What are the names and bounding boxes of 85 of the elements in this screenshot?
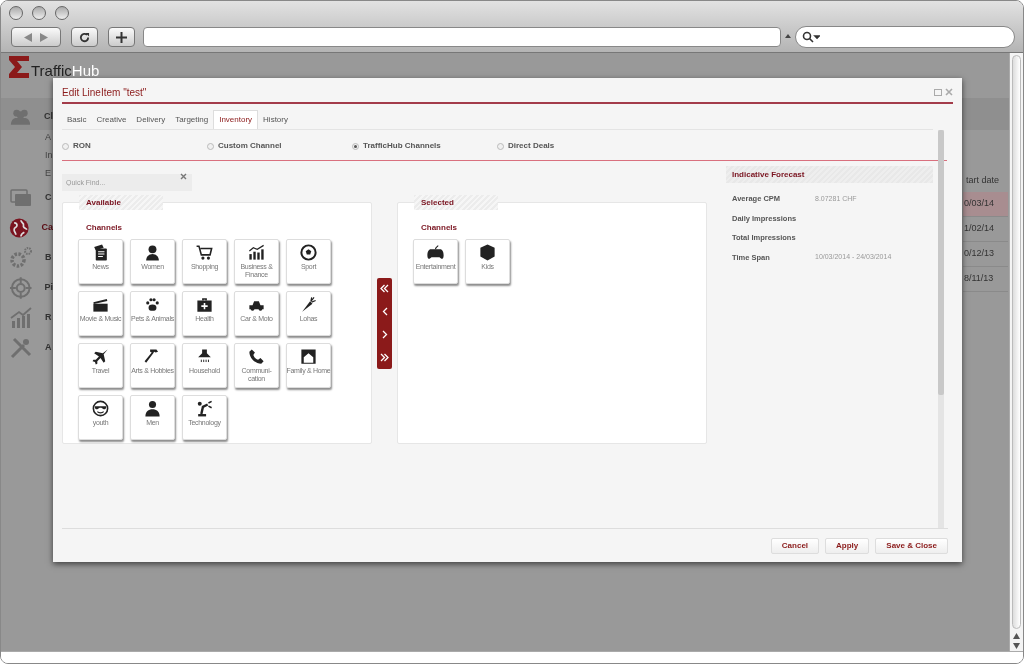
first-aid-kit-icon bbox=[195, 295, 214, 314]
panel-title: Available bbox=[79, 195, 163, 210]
newspaper-icon bbox=[91, 243, 110, 262]
radio-button[interactable] bbox=[62, 142, 69, 150]
move-all-right-icon[interactable] bbox=[380, 352, 389, 362]
sidebar-item[interactable]: C bbox=[45, 191, 52, 205]
table-row[interactable]: 8/11/13 bbox=[963, 267, 1008, 292]
plus-icon bbox=[116, 31, 127, 43]
page-scrollbar[interactable] bbox=[1009, 53, 1023, 651]
logo-text: TrafficHub bbox=[31, 63, 100, 78]
table-cell: 0/03/14 bbox=[964, 197, 995, 211]
tab[interactable]: Basic bbox=[62, 110, 92, 129]
house-icon bbox=[299, 347, 318, 366]
toy-block-icon bbox=[478, 243, 497, 262]
maximize-icon[interactable] bbox=[934, 88, 942, 96]
sidebar-subitem[interactable]: In bbox=[45, 149, 53, 163]
column-header[interactable]: tart date bbox=[963, 170, 1008, 192]
dialog-button[interactable]: Apply bbox=[825, 537, 870, 554]
man-icon bbox=[143, 399, 162, 418]
sidebar-item[interactable]: Ca bbox=[41, 221, 53, 235]
table-row[interactable]: 0/12/13 bbox=[963, 242, 1008, 267]
tab[interactable]: Targeting bbox=[170, 110, 214, 129]
dialog-scrollbar[interactable] bbox=[938, 130, 944, 529]
table-row[interactable]: 1/02/14 bbox=[963, 217, 1008, 242]
dialog-title: Edit LineItem "test" bbox=[62, 85, 147, 100]
sidebar-item[interactable]: Pi bbox=[44, 281, 53, 295]
soccer-ball-icon bbox=[299, 243, 318, 262]
phone-icon bbox=[247, 347, 266, 366]
globe-icon[interactable] bbox=[9, 216, 30, 240]
back-forward-button[interactable] bbox=[11, 27, 61, 47]
sidebar-subitem[interactable]: A bbox=[45, 131, 51, 145]
sidebar-item[interactable]: Cl bbox=[44, 110, 53, 124]
sidebar-item[interactable]: A bbox=[45, 341, 52, 355]
table-cell: 8/11/13 bbox=[964, 272, 994, 286]
forward-icon bbox=[40, 32, 48, 42]
dialog-button[interactable]: Save & Close bbox=[875, 537, 948, 554]
table-cell: 1/02/14 bbox=[964, 222, 995, 236]
scroll-down-icon[interactable] bbox=[1013, 643, 1020, 649]
new-tab-button[interactable] bbox=[108, 27, 135, 47]
search-icon bbox=[802, 31, 820, 43]
reload-icon bbox=[79, 31, 90, 43]
sunglasses-smiley-icon bbox=[91, 399, 110, 418]
table-cell: 0/12/13 bbox=[964, 247, 995, 261]
tab[interactable]: Creative bbox=[91, 110, 132, 129]
radio-label[interactable]: RON bbox=[73, 140, 91, 152]
tab[interactable]: Delivery bbox=[131, 110, 171, 129]
radio-button[interactable] bbox=[352, 142, 359, 150]
tab[interactable]: History bbox=[258, 110, 293, 129]
caret-icon[interactable] bbox=[785, 33, 791, 39]
radio-label[interactable]: TrafficHub Channels bbox=[363, 140, 441, 152]
bar-chart-icon bbox=[247, 243, 266, 262]
paw-icon bbox=[143, 295, 162, 314]
back-icon bbox=[24, 32, 32, 42]
search-field[interactable] bbox=[795, 26, 1015, 48]
address-field[interactable] bbox=[143, 27, 781, 47]
group-label: Channels bbox=[421, 223, 457, 232]
radio-label[interactable]: Custom Channel bbox=[218, 140, 282, 152]
sidebar-item[interactable]: R bbox=[45, 311, 52, 325]
table-row[interactable]: 0/03/14 bbox=[963, 192, 1008, 217]
window-control-icon[interactable] bbox=[9, 6, 23, 20]
move-left-icon[interactable] bbox=[381, 307, 388, 317]
gamepad-icon bbox=[426, 243, 445, 262]
close-icon[interactable] bbox=[945, 88, 953, 96]
tab[interactable]: Inventory bbox=[213, 110, 259, 129]
radio-label[interactable]: Direct Deals bbox=[508, 140, 555, 152]
group-label: Channels bbox=[86, 223, 122, 232]
robot-arm-icon bbox=[195, 399, 214, 418]
move-all-left-icon[interactable] bbox=[380, 284, 389, 294]
window-control-icon[interactable] bbox=[32, 6, 46, 20]
dialog-button[interactable]: Cancel bbox=[770, 537, 820, 554]
reload-button[interactable] bbox=[71, 27, 98, 47]
shopping-cart-icon bbox=[195, 243, 214, 262]
move-right-icon[interactable] bbox=[381, 329, 388, 339]
airplane-icon bbox=[91, 347, 110, 366]
sidebar-item[interactable]: B bbox=[45, 251, 52, 265]
person-icon bbox=[143, 243, 162, 262]
panel-title: Selected bbox=[414, 195, 498, 210]
window-control-icon[interactable] bbox=[55, 6, 69, 20]
radio-button[interactable] bbox=[207, 142, 214, 150]
scroll-up-icon[interactable] bbox=[1013, 633, 1020, 639]
logo-icon bbox=[9, 56, 29, 78]
forecast-title: Indicative Forecast bbox=[732, 168, 805, 181]
clear-icon[interactable] bbox=[180, 173, 187, 180]
sidebar-subitem[interactable]: E bbox=[45, 167, 51, 181]
radio-button[interactable] bbox=[497, 142, 504, 150]
